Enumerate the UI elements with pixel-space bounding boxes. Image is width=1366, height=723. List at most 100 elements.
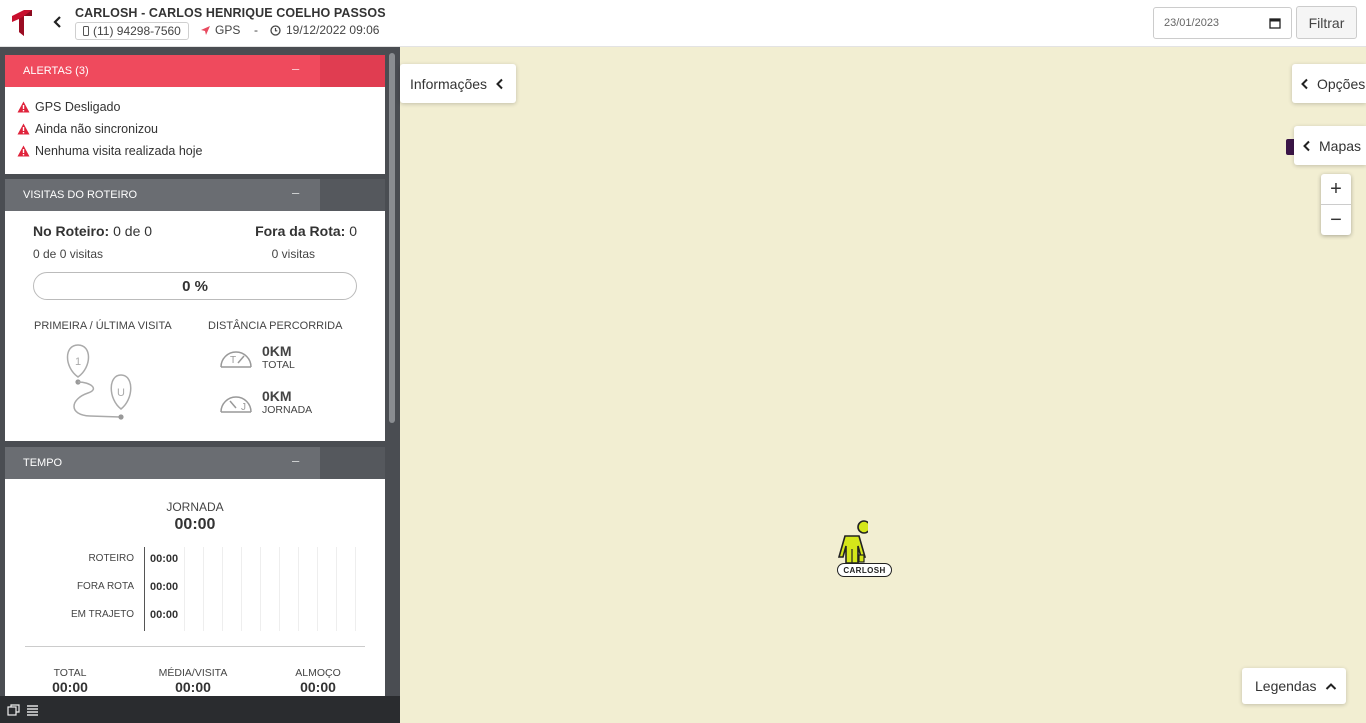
visits-header[interactable]: VISITAS DO ROTEIRO – (5, 179, 385, 211)
top-header: CARLOSH - CARLOS HENRIQUE COELHO PASSOS … (0, 0, 1366, 47)
gps-label: GPS (215, 23, 241, 37)
mapas-label: Mapas (1319, 137, 1362, 154)
jornada-km: 0KM (262, 388, 292, 404)
gauge-icon: J (220, 396, 252, 413)
stat-label: TOTAL (53, 667, 87, 679)
alert-item: Nenhuma visita realizada hoje (17, 140, 373, 162)
stat-media-visita: MÉDIA/VISITA 00:00 (138, 667, 248, 695)
sidebar-scrollbar[interactable] (389, 53, 395, 423)
visits-summary: No Roteiro: 0 de 0 Fora da Rota: 0 (33, 223, 357, 239)
jornada-distance: J 0KM JORNADA (218, 388, 312, 416)
date-input[interactable]: 23/01/2023 (1153, 7, 1292, 39)
gps-arrow-icon (201, 25, 210, 35)
gauge-letter: J (241, 402, 246, 413)
visits-sub-summary: 0 de 0 visitas 0 visitas (33, 247, 357, 261)
no-roteiro-sub: 0 de 0 visitas (33, 247, 104, 261)
total-distance-values: 0KM TOTAL (262, 343, 295, 371)
tempo-row: FORA ROTA 00:00 (5, 581, 385, 601)
mapas-toggle[interactable]: Mapas (1294, 126, 1366, 165)
fora-rota-label: Fora da Rota: (255, 223, 346, 239)
total-km-label: TOTAL (262, 359, 295, 371)
first-last-label: PRIMEIRA / ÚLTIMA VISITA (34, 320, 172, 332)
window-icon[interactable] (7, 703, 20, 716)
fora-rota-sub: 0 visitas (271, 247, 315, 261)
clock-icon (270, 24, 281, 36)
stat-value: 00:00 (300, 679, 336, 695)
stat-label: MÉDIA/VISITA (158, 667, 228, 679)
last-pin-letter: U (117, 387, 125, 399)
route-icon: 1 U (66, 344, 132, 420)
logo-icon[interactable] (10, 7, 34, 37)
user-name: CARLOSH - CARLOS HENRIQUE COELHO PASSOS (75, 6, 386, 20)
chevron-left-icon (496, 78, 503, 89)
alerts-header[interactable]: ALERTAS (3) – (5, 55, 385, 87)
tempo-row-value: 00:00 (150, 609, 179, 621)
marker-label[interactable]: CARLOSH (837, 563, 892, 577)
jornada-label: JORNADA (166, 500, 224, 514)
tempo-title: TEMPO (23, 457, 63, 469)
stat-value: 00:00 (52, 679, 88, 695)
stat-total: TOTAL 00:00 (15, 667, 125, 695)
visits-progress-bar: 0 % (33, 272, 357, 300)
alert-text: Nenhuma visita realizada hoje (35, 144, 203, 158)
back-chevron-icon[interactable] (50, 13, 66, 31)
last-sync-datetime: 19/12/2022 09:06 (286, 23, 380, 37)
calendar-icon[interactable] (1269, 17, 1281, 29)
distance-label: DISTÂNCIA PERCORRIDA (208, 320, 343, 332)
stat-almoco: ALMOÇO 00:00 (263, 667, 373, 695)
zoom-out-button[interactable]: − (1321, 205, 1351, 235)
filter-button[interactable]: Filtrar (1296, 6, 1357, 39)
alerts-title: ALERTAS (3) (23, 65, 89, 77)
total-distance: T 0KM TOTAL (218, 343, 295, 371)
gps-status: GPS (200, 23, 240, 37)
alert-text: GPS Desligado (35, 100, 121, 114)
gauge-letter: T (230, 355, 236, 366)
informacoes-toggle[interactable]: Informações (400, 64, 516, 103)
legendas-toggle[interactable]: Legendas (1242, 668, 1346, 704)
gauge-icon: T (220, 351, 252, 368)
alerts-header-tail (320, 55, 385, 87)
zoom-control: + − (1321, 174, 1351, 235)
visits-panel: VISITAS DO ROTEIRO – No Roteiro: 0 de 0 … (5, 179, 385, 441)
person-marker-icon[interactable] (836, 519, 868, 565)
alerts-collapse-button[interactable]: – (292, 61, 299, 76)
last-sync: 19/12/2022 09:06 (270, 23, 379, 37)
stat-value: 00:00 (175, 679, 211, 695)
alert-text: Ainda não sincronizou (35, 122, 158, 136)
opcoes-label: Opções (1317, 75, 1366, 92)
opcoes-toggle[interactable]: Opções (1292, 64, 1366, 103)
first-pin-letter: 1 (75, 356, 81, 368)
header-separator: - (254, 23, 258, 37)
no-roteiro: No Roteiro: 0 de 0 (33, 223, 152, 239)
tempo-row-label: FORA ROTA (76, 581, 134, 592)
warning-icon (17, 145, 30, 157)
visits-collapse-button[interactable]: – (292, 185, 299, 200)
visits-header-tail (320, 179, 385, 211)
jornada-distance-values: 0KM JORNADA (262, 388, 312, 416)
phone-icon (83, 26, 89, 36)
fora-rota: Fora da Rota: 0 (255, 223, 357, 239)
tempo-row-label: EM TRAJETO (71, 609, 134, 620)
alerts-list: GPS Desligado Ainda não sincronizou Nenh… (5, 87, 385, 171)
map-edge-marker (1286, 139, 1294, 155)
tempo-header[interactable]: TEMPO – (5, 447, 385, 479)
sidebar: ALERTAS (3) – GPS Desligado Ainda não si… (0, 47, 400, 723)
tempo-row: EM TRAJETO 00:00 (5, 609, 385, 629)
tempo-row: ROTEIRO 00:00 (5, 553, 385, 573)
sidebar-scroll-area: ALERTAS (3) – GPS Desligado Ainda não si… (0, 47, 386, 697)
tempo-panel: TEMPO – JORNADA 00:00 ROTEIRO 00:00 FORA… (5, 447, 385, 697)
zoom-in-button[interactable]: + (1321, 174, 1351, 204)
map-canvas[interactable]: Informações Opções Mapas + − CARLOSH Leg… (400, 47, 1366, 723)
tempo-collapse-button[interactable]: – (292, 453, 299, 468)
sidebar-footer (0, 696, 400, 723)
stat-label: ALMOÇO (295, 667, 341, 679)
jornada-time: 00:00 (174, 516, 216, 533)
tempo-divider (25, 646, 365, 647)
chevron-left-icon (1301, 78, 1308, 89)
total-km: 0KM (262, 343, 292, 359)
alerts-panel: ALERTAS (3) – GPS Desligado Ainda não si… (5, 55, 385, 174)
chevron-left-icon (1303, 140, 1310, 151)
phone-number: (11) 94298-7560 (93, 24, 181, 38)
list-icon[interactable] (26, 704, 39, 716)
tempo-row-value: 00:00 (150, 581, 179, 593)
